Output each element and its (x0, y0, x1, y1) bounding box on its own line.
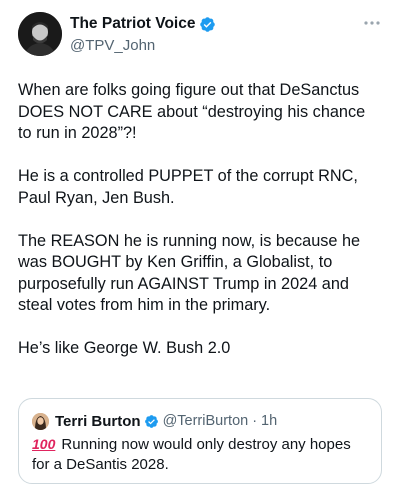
more-options-icon[interactable] (362, 18, 382, 28)
quoted-tweet-body: Running now would only destroy any hopes… (32, 436, 351, 473)
quoted-tweet-time[interactable]: · 1h (252, 413, 277, 429)
tweet-header: The Patriot Voice @TPV_John (18, 12, 382, 60)
tweet-body: When are folks going figure out that DeS… (18, 80, 382, 381)
quoted-author-name[interactable]: Terri Burton (55, 413, 141, 430)
author-handle[interactable]: @TPV_John (70, 37, 216, 54)
author-display-name[interactable]: The Patriot Voice (70, 15, 195, 33)
quoted-tweet-text: 100 Running now would only destroy any ho… (32, 435, 372, 474)
quoted-author-handle[interactable]: @TerriBurton (163, 413, 249, 429)
verified-badge-icon (200, 16, 216, 32)
tweet-paragraph: He is a controlled PUPPET of the corrupt… (18, 167, 358, 207)
tweet-paragraph: When are folks going figure out that DeS… (18, 81, 366, 142)
tweet-paragraph: He’s like George W. Bush 2.0 (18, 339, 231, 357)
tweet-paragraph: The REASON he is running now, is because… (18, 231, 361, 315)
verified-badge-icon (144, 414, 158, 428)
author-avatar[interactable] (18, 12, 62, 56)
quoted-author-avatar[interactable] (32, 412, 49, 430)
hundred-points-emoji: 100 (32, 436, 56, 452)
quoted-tweet[interactable]: Terri Burton @TerriBurton · 1h 100 Runnin… (18, 398, 382, 484)
